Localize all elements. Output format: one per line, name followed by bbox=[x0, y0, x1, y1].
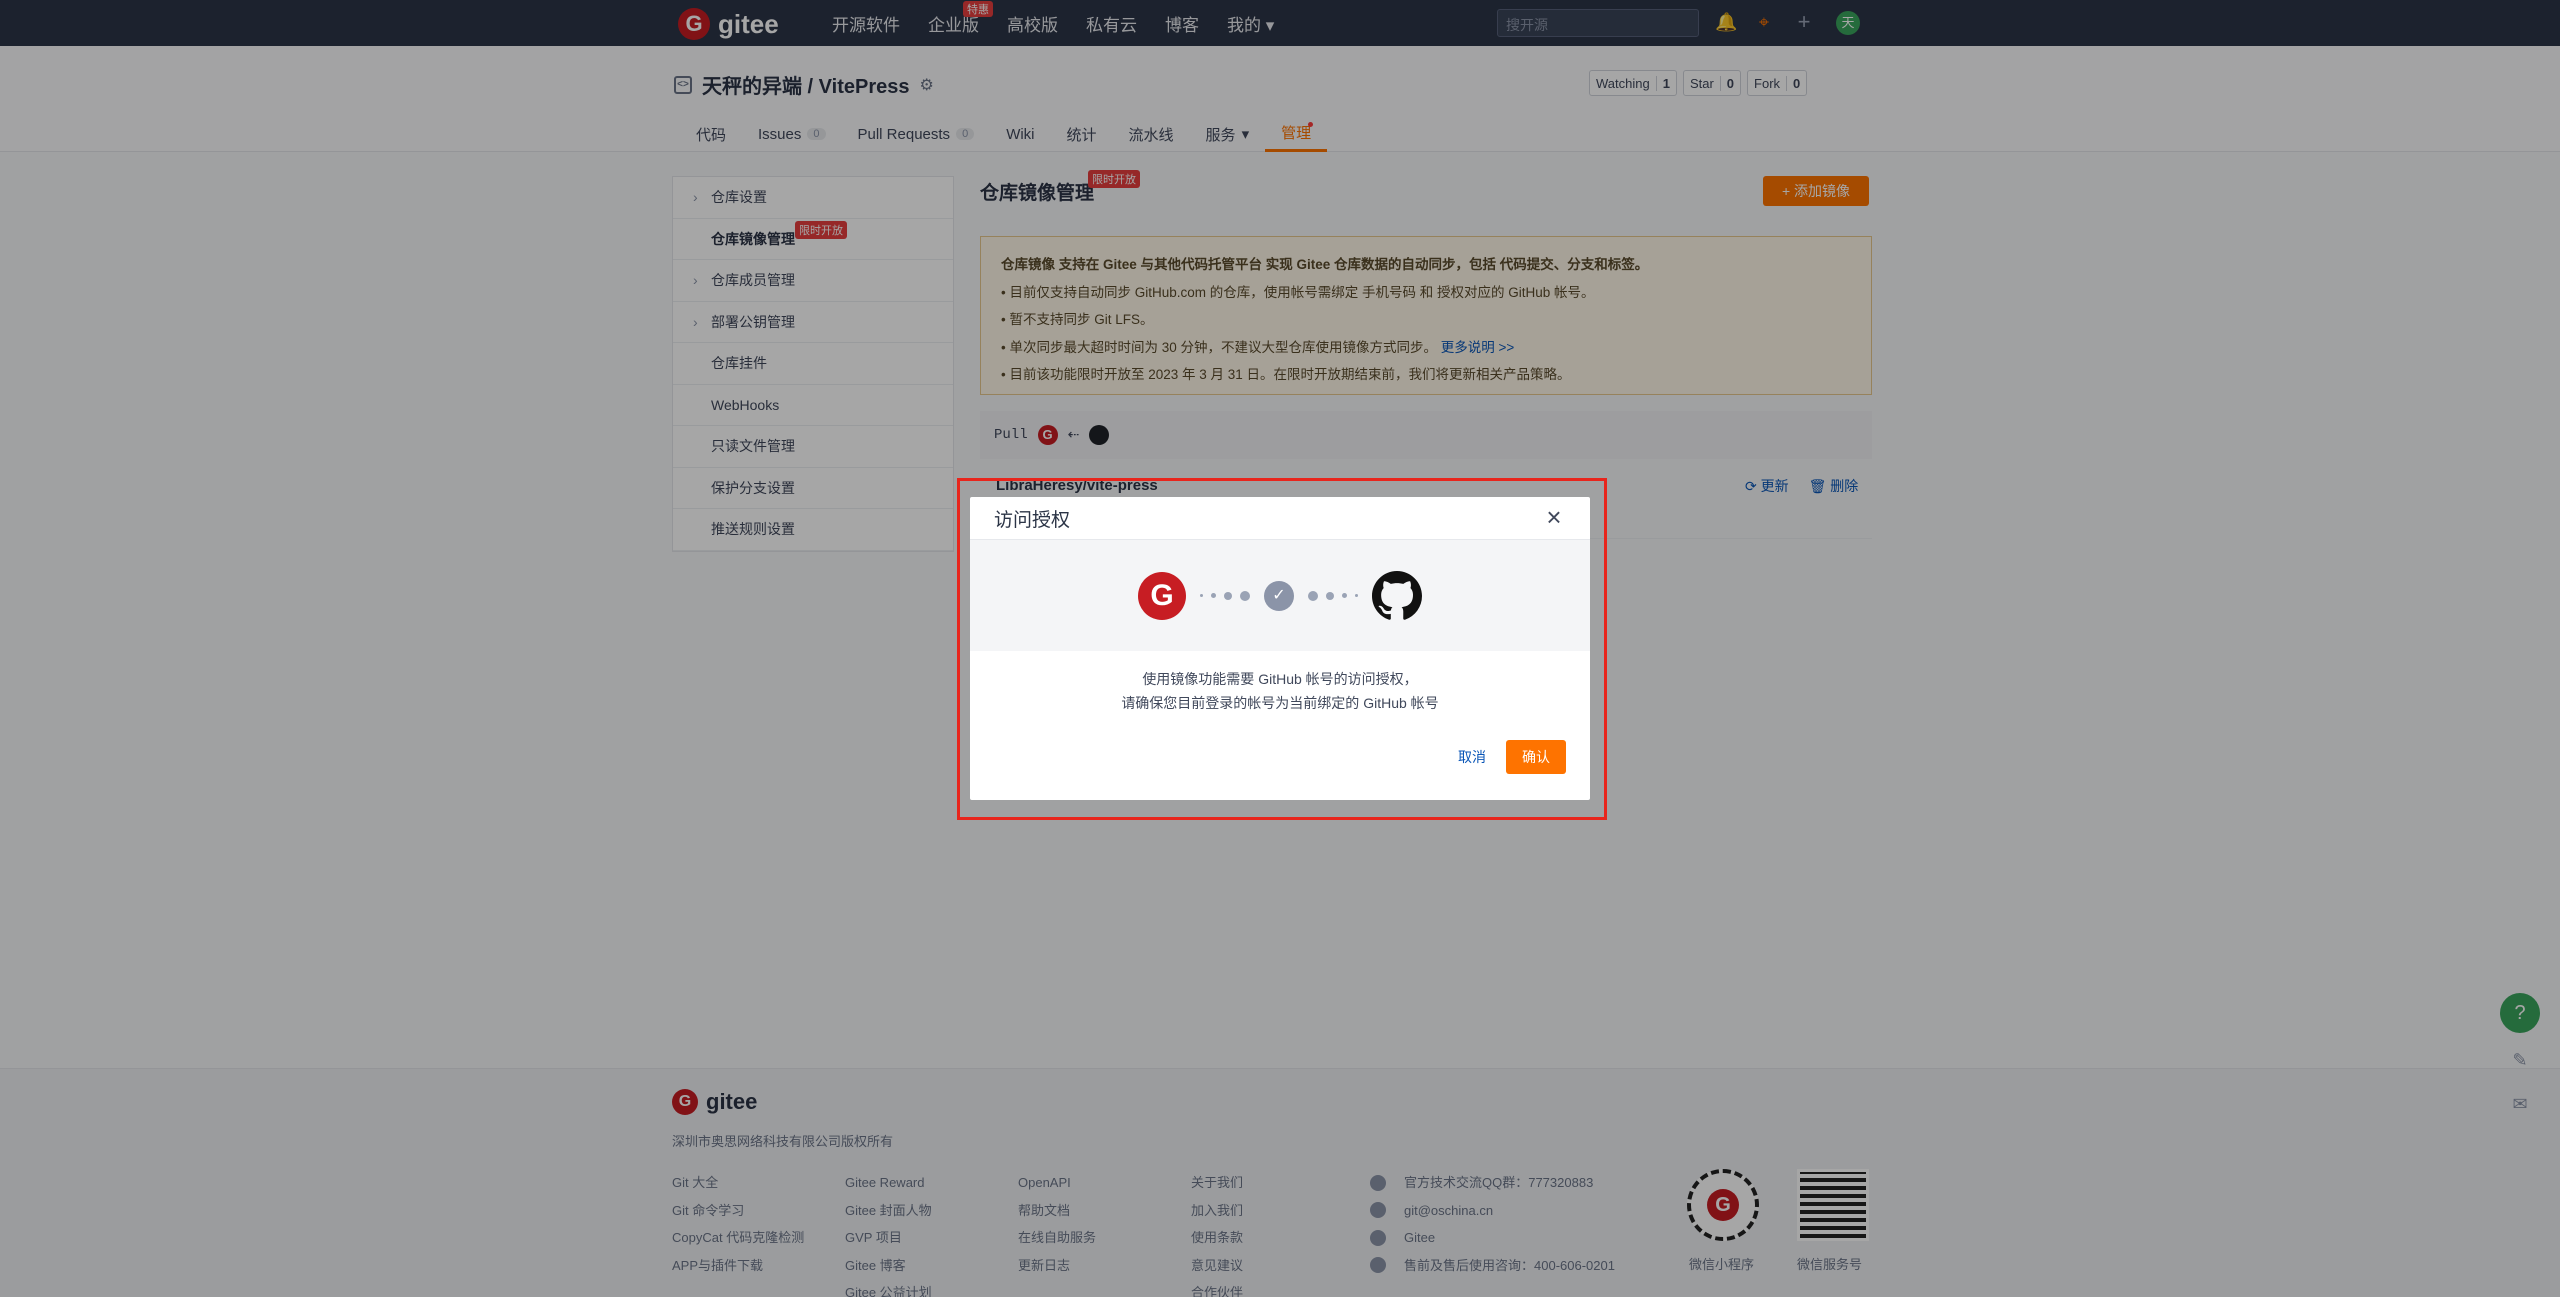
confirm-button[interactable]: 确认 bbox=[1506, 740, 1566, 774]
dialog-message: 使用镜像功能需要 GitHub 帐号的访问授权， 请确保您目前登录的帐号为当前绑… bbox=[970, 651, 1590, 715]
gitee-logo-icon: G bbox=[1138, 571, 1186, 620]
dialog-line-2: 请确保您目前登录的帐号为当前绑定的 GitHub 帐号 bbox=[1121, 695, 1439, 711]
cancel-button[interactable]: 取消 bbox=[1458, 747, 1486, 767]
auth-dialog: 访问授权 × G ✓ 使用镜像功能需要 GitHub 帐号的访问授权， 请确保您… bbox=[970, 497, 1590, 800]
connection-dots bbox=[1308, 590, 1358, 601]
dialog-illustration: G ✓ bbox=[970, 540, 1590, 651]
dialog-line-1: 使用镜像功能需要 GitHub 帐号的访问授权， bbox=[1142, 671, 1418, 687]
github-icon bbox=[1372, 570, 1422, 620]
dialog-header: 访问授权 × bbox=[970, 497, 1590, 540]
dialog-title: 访问授权 bbox=[994, 509, 1071, 531]
connection-dots bbox=[1200, 590, 1250, 601]
close-icon[interactable]: × bbox=[1544, 504, 1564, 530]
shield-icon: ✓ bbox=[1264, 580, 1294, 611]
dialog-buttons: 取消 确认 bbox=[1458, 740, 1566, 774]
